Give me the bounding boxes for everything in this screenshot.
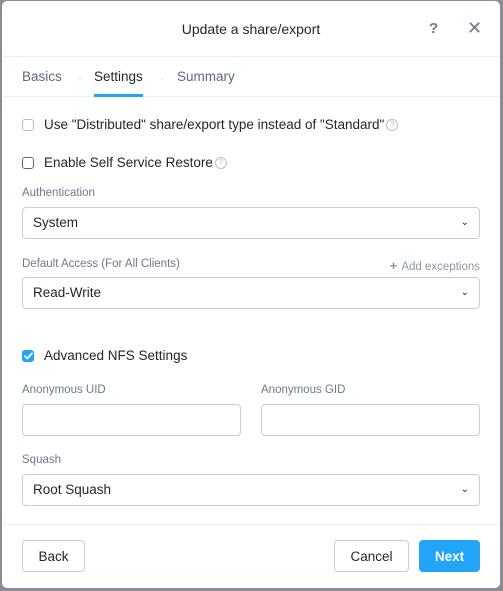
back-button[interactable]: Back xyxy=(22,540,85,572)
help-icon[interactable]: ? xyxy=(429,20,438,37)
help-circle-icon[interactable]: ? xyxy=(214,156,227,169)
add-exceptions-link[interactable]: + Add exceptions xyxy=(390,258,480,273)
settings-form: Use "Distributed" share/export type inst… xyxy=(2,97,500,525)
default-access-select[interactable]: Read-Write ⌄ xyxy=(22,277,480,309)
distributed-type-label: Use "Distributed" share/export type inst… xyxy=(44,117,385,132)
add-exceptions-label: Add exceptions xyxy=(401,261,480,273)
anonymous-uid-input[interactable] xyxy=(22,404,241,436)
distributed-type-option: Use "Distributed" share/export type inst… xyxy=(22,117,399,132)
chevron-down-icon: ⌄ xyxy=(460,484,469,495)
anonymous-uid-label: Anonymous UID xyxy=(22,384,106,396)
authentication-label: Authentication xyxy=(22,187,95,199)
dialog-header: Update a share/export ? ✕ xyxy=(2,1,500,57)
tab-separator xyxy=(161,78,163,80)
close-icon[interactable]: ✕ xyxy=(467,18,482,38)
cancel-button[interactable]: Cancel xyxy=(334,540,409,572)
advanced-nfs-checkbox[interactable] xyxy=(22,349,34,362)
distributed-type-checkbox[interactable] xyxy=(22,118,34,131)
squash-select[interactable]: Root Squash ⌄ xyxy=(22,474,480,506)
dialog-title: Update a share/export xyxy=(181,21,321,37)
wizard-tabs: Basics Settings Summary xyxy=(2,57,500,97)
tab-settings[interactable]: Settings xyxy=(94,69,143,97)
help-circle-icon[interactable]: ? xyxy=(386,118,399,131)
advanced-nfs-label: Advanced NFS Settings xyxy=(44,348,188,363)
squash-value: Root Squash xyxy=(33,482,112,497)
chevron-down-icon: ⌄ xyxy=(460,217,469,228)
tab-summary[interactable]: Summary xyxy=(177,69,235,84)
dialog-footer: Back Cancel Next xyxy=(2,524,500,588)
tab-basics[interactable]: Basics xyxy=(22,69,62,84)
self-service-restore-option: Enable Self Service Restore ? xyxy=(22,155,227,170)
self-service-restore-checkbox[interactable] xyxy=(22,156,34,169)
next-button[interactable]: Next xyxy=(419,540,480,572)
update-share-dialog: Update a share/export ? ✕ Basics Setting… xyxy=(2,1,500,588)
authentication-select[interactable]: System ⌄ xyxy=(22,207,480,239)
anonymous-gid-label: Anonymous GID xyxy=(261,384,346,396)
self-service-restore-label: Enable Self Service Restore xyxy=(44,155,213,170)
tab-separator xyxy=(79,78,81,80)
anonymous-gid-input[interactable] xyxy=(261,404,480,436)
default-access-value: Read-Write xyxy=(33,285,102,300)
advanced-nfs-option: Advanced NFS Settings xyxy=(22,348,187,363)
squash-label: Squash xyxy=(22,454,62,466)
chevron-down-icon: ⌄ xyxy=(460,287,469,298)
default-access-label: Default Access (For All Clients) xyxy=(22,258,180,270)
checkmark-icon xyxy=(23,352,33,359)
plus-icon: + xyxy=(389,258,398,273)
authentication-value: System xyxy=(33,215,79,230)
